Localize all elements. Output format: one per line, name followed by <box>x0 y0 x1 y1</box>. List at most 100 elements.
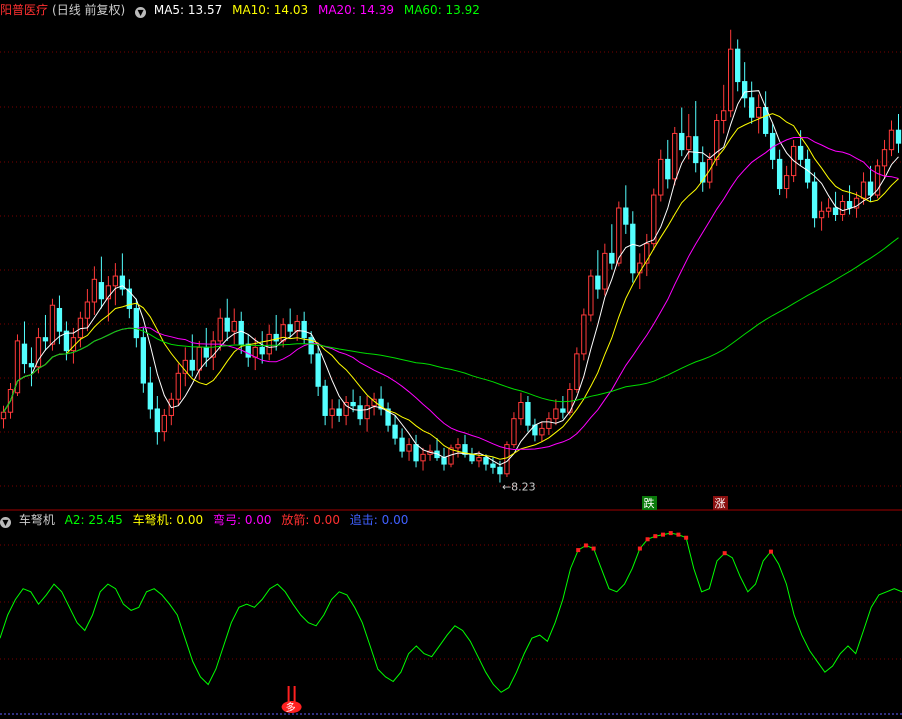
candle-body <box>895 129 902 144</box>
svg-text:跌: 跌 <box>644 496 655 510</box>
candle-body <box>581 314 587 355</box>
candle-body <box>518 401 524 420</box>
candle-body <box>280 324 286 342</box>
candle-body <box>238 320 244 345</box>
candle-body <box>259 346 265 355</box>
candle-body <box>860 181 867 199</box>
candle-body <box>658 158 664 196</box>
candle-body <box>546 418 552 429</box>
candle-body <box>357 405 363 420</box>
candle-body <box>553 408 559 420</box>
candle-body <box>609 252 615 264</box>
candle-body <box>252 346 258 358</box>
candle-body <box>623 207 629 225</box>
candle-body <box>364 405 370 420</box>
candle-body <box>161 414 167 433</box>
candle-body <box>392 424 398 439</box>
candle-body <box>721 110 727 121</box>
candle-body <box>881 149 888 167</box>
candle-body <box>455 444 461 449</box>
candle-body <box>595 275 601 290</box>
candle-body <box>560 408 566 413</box>
candle-body <box>672 132 678 180</box>
candle-body <box>686 136 692 151</box>
candle-body <box>406 444 412 452</box>
candle-body <box>525 401 531 426</box>
candle-body <box>196 346 202 371</box>
candle-body <box>490 463 496 468</box>
peak-marker <box>591 546 596 551</box>
ma20-line <box>3 137 899 451</box>
candle-body <box>77 317 84 339</box>
candle-body <box>91 278 98 303</box>
candle-body <box>245 343 251 358</box>
candle-body <box>112 275 119 287</box>
candle-body <box>748 97 755 118</box>
peak-marker <box>668 531 673 536</box>
candle-body <box>630 223 636 274</box>
candle-body <box>140 337 147 384</box>
candle-body <box>287 324 293 332</box>
peak-marker <box>637 546 642 551</box>
candle-body <box>147 382 154 410</box>
candle-body <box>693 136 699 164</box>
low-price-label: ←8.23 <box>502 481 536 494</box>
candle-body <box>811 181 818 219</box>
ma10-line <box>3 113 899 460</box>
peak-marker <box>583 543 588 548</box>
candle-body <box>588 275 594 316</box>
candle-body <box>735 48 741 83</box>
candle-body <box>217 317 223 342</box>
candle-body <box>665 158 671 180</box>
candle-body <box>21 343 28 365</box>
candle-body <box>867 181 874 196</box>
candle-body <box>203 346 209 358</box>
candle-body <box>888 129 895 151</box>
candle-body <box>42 337 49 342</box>
down-badge: 跌 <box>642 496 657 510</box>
candle-body <box>84 301 91 319</box>
candle-body <box>189 359 195 371</box>
svg-text:涨: 涨 <box>715 497 726 510</box>
candle-body <box>679 132 685 151</box>
candle-body <box>574 353 580 391</box>
candle-body <box>832 207 839 215</box>
candle-body <box>28 363 35 368</box>
peak-marker <box>661 532 666 537</box>
candle-body <box>755 107 762 118</box>
peak-marker <box>684 535 689 540</box>
candle-body <box>483 457 489 465</box>
peak-marker <box>576 548 581 553</box>
candle-body <box>273 333 279 342</box>
candle-body <box>700 162 706 183</box>
peak-marker <box>722 551 727 556</box>
candle-body <box>797 145 804 160</box>
candle-body <box>336 408 342 416</box>
candle-body <box>776 158 783 190</box>
candle-body <box>49 304 56 345</box>
candle-body <box>497 466 503 475</box>
candle-body <box>154 408 160 433</box>
a2-line <box>0 532 902 693</box>
candle-body <box>301 320 307 339</box>
candle-body <box>175 372 181 400</box>
candle-body <box>511 418 517 446</box>
candle-body <box>350 401 356 407</box>
peak-marker <box>676 532 681 537</box>
candle-body <box>783 175 790 190</box>
peak-marker <box>768 549 773 554</box>
candle-body <box>315 353 321 387</box>
candle-body <box>728 48 734 112</box>
candle-body <box>224 317 230 332</box>
candle-body <box>825 207 832 212</box>
peak-marker <box>653 534 658 539</box>
candle-body <box>818 210 825 219</box>
candle-body <box>322 385 328 416</box>
candle-body <box>56 307 63 332</box>
candle-body <box>98 282 105 300</box>
candle-body <box>266 333 272 355</box>
candle-body <box>329 408 335 416</box>
stock-chart[interactable]: ←8.23 跌 涨多 <box>0 0 902 719</box>
candle-body <box>133 307 140 339</box>
candle-body <box>0 411 7 420</box>
